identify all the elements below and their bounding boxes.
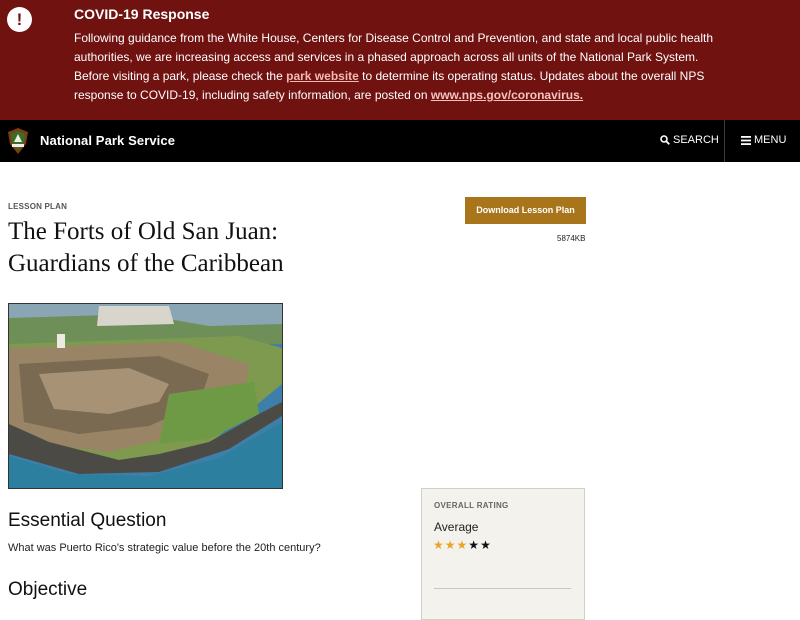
star-filled-icon[interactable]: ★ [457, 538, 468, 552]
top-navbar: National Park Service SEARCH MENU [0, 120, 800, 162]
title-line-2: Guardians of the Caribbean [8, 250, 284, 277]
download-lesson-plan-button[interactable]: Download Lesson Plan [465, 197, 586, 224]
exclamation-icon: ! [7, 7, 32, 32]
aerial-photo-of-fort [8, 303, 283, 489]
covid-alert-banner: ! COVID-19 Response Following guidance f… [0, 0, 800, 120]
rating-stars[interactable]: ★ ★ ★ ★ ★ [433, 538, 491, 552]
search-icon [660, 135, 670, 145]
search-button[interactable]: SEARCH [660, 134, 719, 146]
nav-divider [724, 120, 725, 162]
essential-question-heading: Essential Question [8, 510, 167, 531]
star-filled-icon[interactable]: ★ [433, 538, 444, 552]
fort-photo-illustration [9, 304, 282, 488]
title-line-1: The Forts of Old San Juan: [8, 218, 279, 245]
objective-heading: Objective [8, 579, 88, 600]
brand-name[interactable]: National Park Service [40, 133, 175, 148]
lesson-plan-eyebrow: LESSON PLAN [8, 202, 68, 211]
coronavirus-link[interactable]: www.nps.gov/coronavirus. [431, 88, 583, 102]
alert-body: Following guidance from the White House,… [74, 29, 724, 105]
star-empty-icon[interactable]: ★ [480, 538, 491, 552]
nps-arrowhead-logo[interactable] [8, 128, 28, 154]
page-title: The Forts of Old San Juan: Guardians of t… [8, 216, 388, 280]
park-website-link[interactable]: park website [286, 69, 359, 83]
star-empty-icon[interactable]: ★ [468, 538, 479, 552]
rating-value: Average [434, 520, 479, 534]
star-filled-icon[interactable]: ★ [445, 538, 456, 552]
menu-label: MENU [754, 134, 787, 146]
hamburger-icon [741, 135, 751, 145]
essential-question-text: What was Puerto Rico's strategic value b… [8, 542, 321, 554]
rating-label: OVERALL RATING [434, 501, 509, 510]
file-size: 5874KB [557, 234, 586, 243]
menu-button[interactable]: MENU [741, 134, 786, 146]
rating-divider [434, 588, 571, 589]
overall-rating-box: OVERALL RATING Average ★ ★ ★ ★ ★ [421, 488, 585, 620]
alert-title: COVID-19 Response [74, 6, 210, 22]
search-label: SEARCH [673, 134, 719, 146]
